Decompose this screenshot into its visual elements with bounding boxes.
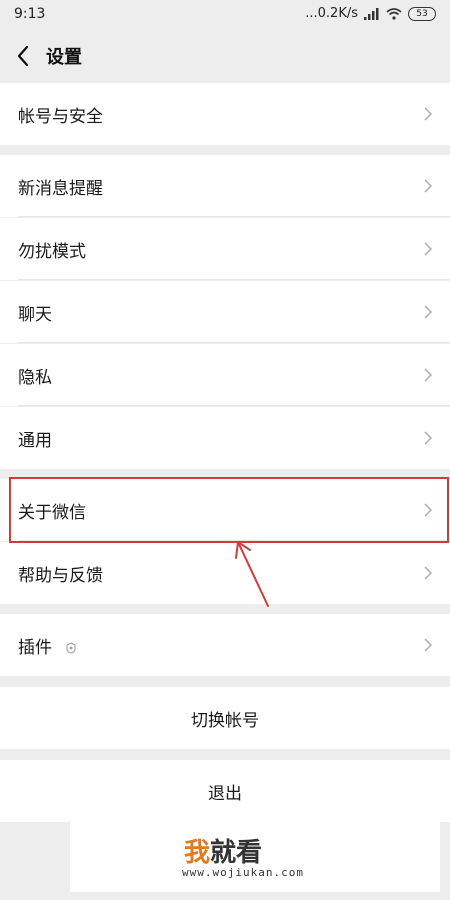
logout-label: 退出 [208, 784, 242, 804]
menu-item-label: 插件 [18, 633, 77, 658]
watermark: 我就看 www.wojiukan.com [70, 822, 440, 892]
divider [18, 279, 450, 280]
chevron-right-icon [424, 566, 433, 580]
highlight-box [9, 477, 449, 543]
menu-item-chat[interactable]: 聊天 [0, 281, 450, 343]
status-time: 9:13 [14, 6, 46, 22]
watermark-logo: 我就看 [184, 832, 262, 869]
menu-item-label: 通用 [18, 431, 52, 451]
menu-item-do-not-disturb[interactable]: 勿扰模式 [0, 218, 450, 280]
chevron-right-icon [424, 431, 433, 445]
menu-item-label: 新消息提醒 [18, 179, 103, 199]
divider [18, 342, 450, 343]
page-title: 设置 [46, 47, 82, 68]
menu-item-new-message-alert[interactable]: 新消息提醒 [0, 155, 450, 217]
network-speed: ...0.2K/s [305, 6, 358, 21]
menu-item-help-feedback[interactable]: 帮助与反馈 [0, 542, 450, 604]
menu-item-label: 帐号与安全 [18, 107, 103, 127]
signal-icon [364, 7, 379, 20]
logout-button[interactable]: 退出 [0, 760, 450, 822]
divider [18, 405, 450, 406]
chevron-right-icon [424, 179, 433, 193]
divider [18, 216, 450, 217]
chevron-right-icon [424, 305, 433, 319]
watermark-url: www.wojiukan.com [182, 866, 304, 879]
chevron-right-icon [424, 107, 433, 121]
watermark-logo-rest: 就看 [210, 838, 263, 868]
menu-item-privacy[interactable]: 隐私 [0, 344, 450, 406]
annotation-arrow-icon [235, 541, 269, 607]
chevron-left-icon[interactable] [14, 44, 34, 68]
chevron-right-icon [424, 638, 433, 652]
plugins-label: 插件 [18, 638, 52, 658]
menu-item-label: 隐私 [18, 368, 52, 388]
menu-item-plugins[interactable]: 插件 [0, 614, 450, 676]
watermark-logo-first: 我 [184, 838, 211, 868]
chevron-right-icon [424, 242, 433, 256]
switch-account-button[interactable]: 切换帐号 [0, 687, 450, 749]
status-icons: ...0.2K/s 53 [305, 6, 436, 21]
menu-item-label: 勿扰模式 [18, 242, 86, 262]
switch-account-label: 切换帐号 [191, 711, 259, 731]
menu-item-account-security[interactable]: 帐号与安全 [0, 83, 450, 145]
plugin-icon [66, 642, 76, 654]
battery-icon: 53 [408, 6, 436, 21]
wifi-icon [386, 7, 402, 20]
menu-item-general[interactable]: 通用 [0, 407, 450, 469]
nav-bar: 设置 [0, 30, 450, 82]
status-bar: 9:13 ...0.2K/s 53 [0, 0, 450, 30]
menu-item-label: 聊天 [18, 305, 52, 325]
menu-item-label: 帮助与反馈 [18, 566, 103, 586]
chevron-right-icon [424, 368, 433, 382]
